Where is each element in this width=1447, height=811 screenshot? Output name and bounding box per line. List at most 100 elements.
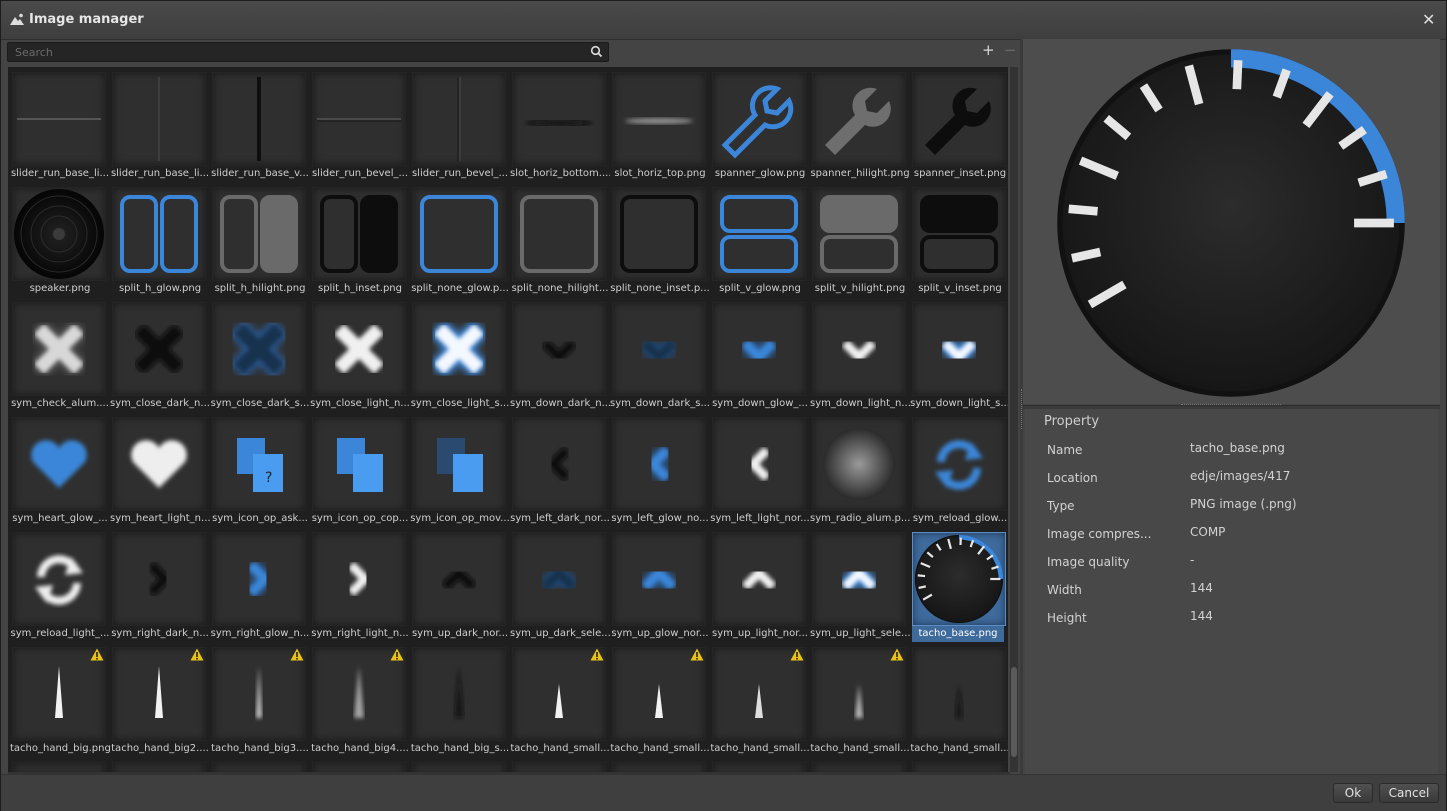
image-tile[interactable]: slider_run_base_li... [110,70,210,185]
image-tile[interactable]: sym_down_light_n... [810,300,910,415]
image-tile[interactable]: split_none_glow.p... [410,185,510,300]
image-tile[interactable]: sym_close_light_s... [410,300,510,415]
image-thumbnail [212,647,306,741]
image-tile[interactable]: sym_close_light_n... [310,300,410,415]
search-icon[interactable] [590,45,603,58]
image-thumbnail-partial[interactable] [112,762,206,772]
image-tile[interactable]: split_none_inset.p... [610,185,710,300]
image-thumbnail-partial[interactable] [512,762,606,772]
image-tile[interactable]: sym_radio_alum.p... [810,415,910,530]
cancel-button[interactable]: Cancel [1379,783,1439,803]
warning-icon [90,648,104,661]
image-filename: tacho_hand_small... [910,743,1008,754]
image-tile[interactable]: tacho_base.png [910,530,1008,645]
image-tile[interactable]: split_h_hilight.png [210,185,310,300]
image-filename: tacho_hand_small... [710,743,810,754]
image-tile[interactable]: slot_horiz_top.png [610,70,710,185]
image-tile[interactable]: tacho_hand_big3.... [210,645,310,760]
property-value: 144 [1190,581,1213,595]
image-tile[interactable]: tacho_hand_small... [510,645,610,760]
image-tile[interactable]: sym_down_light_s... [910,300,1008,415]
image-tile[interactable]: sym_reload_glow... [910,415,1008,530]
close-icon[interactable]: ✕ [1422,10,1435,29]
grid-scrollbar[interactable] [1010,67,1018,772]
image-tile[interactable]: spanner_glow.png [710,70,810,185]
image-tile[interactable]: slider_run_bevel_... [410,70,510,185]
image-tile[interactable]: split_none_hilight... [510,185,610,300]
image-tile[interactable]: sym_right_glow_n... [210,530,310,645]
image-tile[interactable]: sym_heart_glow_... [10,415,110,530]
image-tile[interactable]: tacho_hand_small... [910,645,1008,760]
image-tile[interactable]: split_h_inset.png [310,185,410,300]
image-thumbnail [412,647,506,741]
image-thumbnail [312,647,406,741]
image-tile[interactable]: split_h_glow.png [110,185,210,300]
image-filename: sym_close_light_n... [310,398,410,409]
image-thumbnail-partial[interactable] [312,762,406,772]
warning-icon [590,648,604,661]
image-tile[interactable]: ? sym_icon_op_ask... [210,415,310,530]
image-tile[interactable]: sym_right_dark_n... [110,530,210,645]
image-tile[interactable]: tacho_hand_small... [810,645,910,760]
image-tile[interactable]: sym_icon_op_cop... [310,415,410,530]
image-thumbnail-partial[interactable] [812,762,906,772]
image-tile[interactable]: sym_check_alum.... [10,300,110,415]
image-tile[interactable]: tacho_hand_small... [610,645,710,760]
image-tile[interactable]: sym_up_light_sele... [810,530,910,645]
image-tile[interactable]: slot_horiz_bottom.... [510,70,610,185]
search-input[interactable] [8,43,592,61]
image-tile[interactable]: sym_up_dark_sele... [510,530,610,645]
image-tile[interactable]: spanner_inset.png [910,70,1008,185]
image-tile[interactable]: split_v_inset.png [910,185,1008,300]
scrollbar-thumb[interactable] [1011,667,1017,757]
image-thumbnail-partial[interactable] [12,762,106,772]
image-thumbnail-partial[interactable] [212,762,306,772]
image-tile[interactable]: tacho_hand_small... [710,645,810,760]
image-thumbnail [212,187,306,281]
image-tile[interactable]: sym_reload_light_... [10,530,110,645]
image-tile[interactable]: sym_heart_light_n... [110,415,210,530]
image-tile[interactable]: sym_icon_op_mov... [410,415,510,530]
image-tile[interactable]: slider_run_base_li... [10,70,110,185]
image-tile[interactable]: sym_down_glow_... [710,300,810,415]
image-tile[interactable]: split_v_glow.png [710,185,810,300]
image-tile[interactable]: sym_up_dark_nor... [410,530,510,645]
image-tile[interactable]: tacho_hand_big2.... [110,645,210,760]
image-tile[interactable]: tacho_hand_big4.... [310,645,410,760]
remove-image-button[interactable]: − [1004,41,1017,59]
image-tile[interactable]: sym_right_light_n... [310,530,410,645]
image-filename: tacho_base.png [912,626,1004,642]
image-tile[interactable]: sym_close_dark_n... [110,300,210,415]
image-tile[interactable]: split_v_hilight.png [810,185,910,300]
image-tile[interactable]: sym_left_light_nor... [710,415,810,530]
image-tile[interactable]: tacho_hand_big_s... [410,645,510,760]
image-filename: tacho_hand_small... [610,743,710,754]
image-thumbnail [512,187,606,281]
image-tile[interactable]: sym_down_dark_n... [510,300,610,415]
image-filename: speaker.png [29,283,91,294]
image-tile[interactable]: speaker.png [10,185,110,300]
image-tile[interactable]: spanner_hilight.png [810,70,910,185]
image-tile[interactable]: slider_run_base_v... [210,70,310,185]
image-tile[interactable]: sym_close_dark_s... [210,300,310,415]
image-tile[interactable]: slider_run_bevel_... [310,70,410,185]
image-thumbnail-partial[interactable] [612,762,706,772]
image-tile[interactable]: sym_up_glow_nor... [610,530,710,645]
add-image-button[interactable]: + [982,41,995,59]
image-thumbnail-partial[interactable] [912,762,1006,772]
search-box [7,42,609,62]
image-filename: split_h_glow.png [118,283,202,294]
image-list-panel: + − slider_run_base_li...slider_run_base… [1,39,1021,774]
image-manager-window: Image manager ✕ + − slider_run_base_li..… [0,0,1447,811]
image-tile[interactable]: sym_left_dark_nor... [510,415,610,530]
image-tile[interactable]: sym_left_glow_no... [610,415,710,530]
image-thumbnail-partial[interactable] [412,762,506,772]
image-thumbnail [12,302,106,396]
image-tile[interactable]: tacho_hand_big.png [10,645,110,760]
image-thumbnail-partial[interactable] [712,762,806,772]
image-tile[interactable]: sym_up_light_nor... [710,530,810,645]
divider-handle[interactable] [1181,404,1281,408]
ok-button[interactable]: Ok [1333,783,1373,803]
image-tile[interactable]: sym_down_dark_s... [610,300,710,415]
property-value: COMP [1190,525,1226,539]
